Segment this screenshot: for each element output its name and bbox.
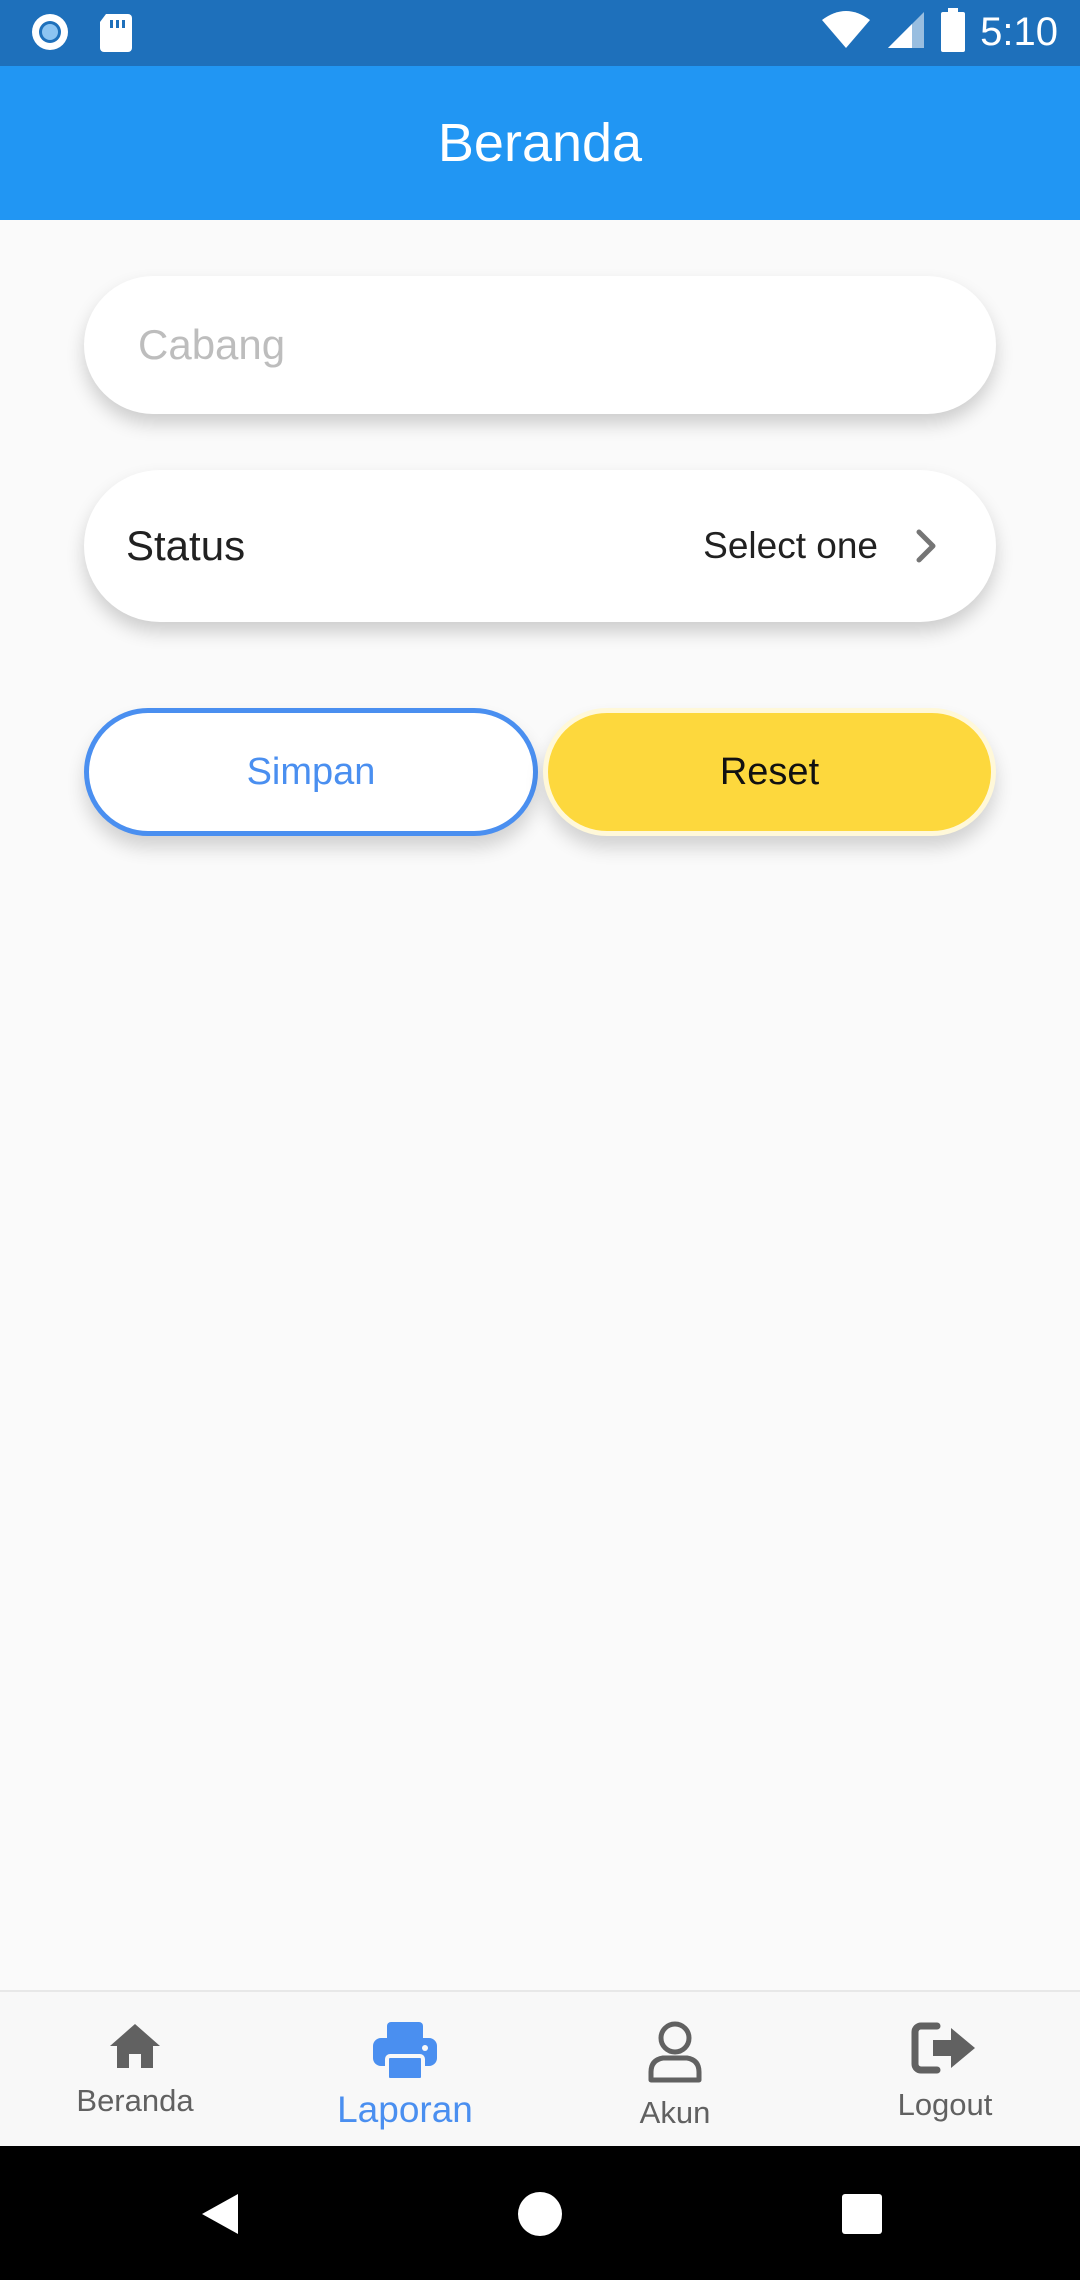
status-bar: 5:10 bbox=[0, 0, 1080, 66]
recents-icon[interactable] bbox=[838, 2190, 886, 2238]
back-icon[interactable] bbox=[196, 2190, 244, 2238]
nav-label-beranda: Beranda bbox=[76, 2083, 194, 2118]
home-circle-icon[interactable] bbox=[516, 2190, 564, 2238]
simpan-button-label: Simpan bbox=[246, 750, 376, 793]
sd-card-icon bbox=[98, 12, 134, 57]
reset-button-label: Reset bbox=[719, 750, 820, 793]
signal-icon bbox=[886, 10, 926, 55]
page-title: Beranda bbox=[437, 113, 643, 173]
status-selected-value: Select one bbox=[703, 525, 878, 566]
nav-item-logout[interactable]: Logout bbox=[810, 1992, 1080, 2146]
nav-item-beranda[interactable]: Beranda bbox=[0, 1992, 270, 2146]
cabang-input[interactable] bbox=[138, 321, 996, 369]
home-icon bbox=[106, 2020, 164, 2077]
app-bar: Beranda bbox=[0, 66, 1080, 220]
system-navigation-bar bbox=[0, 2146, 1080, 2280]
logout-icon bbox=[911, 2020, 979, 2081]
cabang-field[interactable] bbox=[84, 276, 996, 414]
nav-label-akun: Akun bbox=[639, 2095, 711, 2130]
nav-item-laporan[interactable]: Laporan bbox=[270, 1992, 540, 2146]
nav-item-akun[interactable]: Akun bbox=[540, 1992, 810, 2146]
chevron-right-icon bbox=[906, 526, 946, 566]
reset-button[interactable]: Reset bbox=[543, 708, 996, 836]
status-selector[interactable]: Status Select one bbox=[84, 470, 996, 622]
wifi-icon bbox=[820, 10, 872, 55]
battery-icon bbox=[940, 8, 966, 57]
clock: 5:10 bbox=[980, 10, 1058, 54]
user-icon bbox=[645, 2020, 705, 2089]
print-icon bbox=[371, 2020, 439, 2087]
notification-dot-icon bbox=[30, 12, 70, 57]
simpan-button[interactable]: Simpan bbox=[84, 708, 538, 836]
status-label: Status bbox=[126, 522, 246, 569]
nav-label-laporan: Laporan bbox=[337, 2089, 473, 2130]
bottom-navigation: Beranda Laporan Akun Logout bbox=[0, 1990, 1080, 2146]
nav-label-logout: Logout bbox=[897, 2087, 993, 2122]
